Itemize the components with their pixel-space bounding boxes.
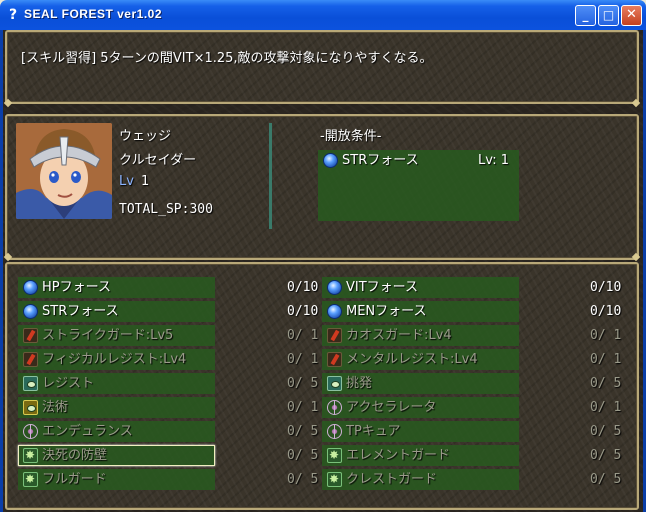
force-orb-icon	[327, 304, 342, 319]
skill-name: エンデュランス	[42, 424, 133, 439]
skill-level-value: 0/ 1	[287, 352, 319, 367]
crosshair-icon	[23, 424, 38, 439]
resist-eye-icon	[327, 376, 342, 391]
skill-level-value: 0/ 5	[590, 472, 622, 487]
skill-level-value: 0/ 5	[287, 424, 319, 439]
skill-name: TPキュア	[346, 424, 401, 439]
force-orb-icon	[23, 280, 38, 295]
minimize-button[interactable]: _	[575, 5, 596, 26]
status-divider	[269, 123, 272, 229]
skill-name: レジスト	[42, 376, 95, 391]
burst-star-icon	[327, 447, 342, 463]
skill-level-value: 0/ 1	[590, 328, 622, 343]
skill-level-value: 0/ 1	[287, 328, 319, 343]
skill-level-value: 0/ 1	[287, 400, 319, 415]
guard-shield-icon	[327, 352, 342, 367]
arts-eye-icon	[23, 400, 38, 415]
skill-level-value: 0/10	[287, 280, 319, 295]
skill-level-value: 0/ 1	[590, 352, 622, 367]
skill-level-value: 0/ 5	[590, 424, 622, 439]
guard-shield-icon	[327, 328, 342, 343]
skill-name: カオスガード:Lv4	[346, 328, 452, 343]
help-window: [スキル習得] 5ターンの間VIT×1.25,敵の攻撃対象になりやすくなる。	[5, 30, 639, 104]
force-orb-icon	[327, 280, 342, 295]
skill-name: エレメントガード	[346, 448, 451, 463]
crosshair-icon	[327, 424, 342, 439]
skill-name: MENフォース	[346, 304, 427, 319]
skill-name: クレストガード	[346, 472, 438, 487]
skill-level-value: 0/10	[590, 280, 622, 295]
burst-star-icon	[327, 471, 342, 487]
skill-level-value: 0/ 5	[287, 376, 319, 391]
total-sp: TOTAL_SP:300	[119, 202, 213, 217]
level-value: 1	[141, 174, 150, 189]
crosshair-icon	[327, 400, 342, 415]
level-label: Lv	[119, 174, 134, 189]
window-title: SEAL FOREST ver1.02	[24, 7, 162, 21]
character-class: クルセイダー	[119, 153, 197, 168]
skill-level-value: 0/ 1	[590, 400, 622, 415]
force-orb-icon	[323, 153, 338, 168]
unlock-header: -開放条件-	[320, 129, 382, 144]
skill-name: 挑発	[346, 376, 373, 391]
skill-name: アクセラレータ	[346, 400, 437, 415]
skill-name: フルガード	[42, 472, 107, 487]
skill-name: STRフォース	[42, 304, 119, 319]
force-orb-icon	[23, 304, 38, 319]
skill-name: フィジカルレジスト:Lv4	[42, 352, 187, 367]
resist-eye-icon	[23, 376, 38, 391]
app-icon: ?	[8, 7, 18, 23]
burst-star-icon	[23, 447, 38, 463]
skill-level-value: 0/10	[287, 304, 319, 319]
character-portrait	[16, 123, 112, 219]
skill-level-value: 0/ 5	[287, 448, 319, 463]
guard-shield-icon	[23, 352, 38, 367]
skill-level-value: 0/10	[590, 304, 622, 319]
skill-level-value: 0/ 5	[590, 448, 622, 463]
skill-name: メンタルレジスト:Lv4	[346, 352, 478, 367]
maximize-button[interactable]: □	[598, 5, 619, 26]
close-button[interactable]: ✕	[621, 5, 642, 26]
skill-name: ストライクガード:Lv5	[42, 328, 174, 343]
guard-shield-icon	[23, 328, 38, 343]
burst-star-icon	[23, 471, 38, 487]
requirement-level: Lv: 1	[478, 153, 510, 168]
title-bar[interactable]: ? SEAL FOREST ver1.02 _ □ ✕	[0, 0, 646, 30]
character-name: ウェッジ	[119, 129, 172, 144]
skill-level-value: 0/ 5	[287, 472, 319, 487]
skill-level-value: 0/ 5	[590, 376, 622, 391]
skill-name: 法術	[42, 400, 69, 415]
skill-name: VITフォース	[346, 280, 419, 295]
skill-name: 決死の防壁	[42, 448, 108, 463]
requirement-name: STRフォース	[342, 153, 419, 168]
skill-name: HPフォース	[42, 280, 111, 295]
help-text: [スキル習得] 5ターンの間VIT×1.25,敵の攻撃対象になりやすくなる。	[21, 51, 433, 66]
